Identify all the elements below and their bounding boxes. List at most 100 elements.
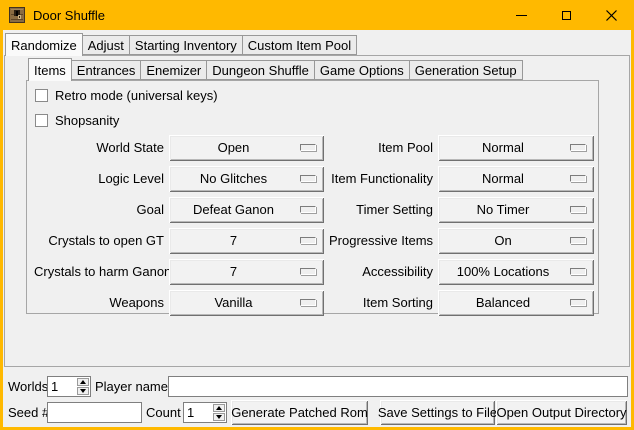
sub-tab-bar: Items Entrances Enemizer Dungeon Shuffle… xyxy=(28,58,522,80)
item-functionality-value: Normal xyxy=(482,171,524,186)
timer-setting-value: No Timer xyxy=(477,202,530,217)
tab-randomize[interactable]: Randomize xyxy=(5,33,83,56)
world-state-dropdown[interactable]: Open xyxy=(169,135,324,161)
spin-up-icon[interactable] xyxy=(213,404,225,412)
crystals-open-gt-value: 7 xyxy=(230,233,237,248)
shopsanity-checkbox[interactable] xyxy=(35,114,48,127)
item-pool-dropdown[interactable]: Normal xyxy=(438,135,594,161)
tab-generation-setup[interactable]: Generation Setup xyxy=(409,60,523,80)
weapons-dropdown[interactable]: Vanilla xyxy=(169,290,324,316)
world-state-label: World State xyxy=(34,140,164,155)
retro-mode-label: Retro mode (universal keys) xyxy=(55,88,218,103)
minimize-icon xyxy=(516,15,527,16)
logic-level-value: No Glitches xyxy=(200,171,267,186)
window-controls xyxy=(499,0,634,30)
item-sorting-dropdown[interactable]: Balanced xyxy=(438,290,594,316)
minimize-button[interactable] xyxy=(499,0,544,30)
accessibility-value: 100% Locations xyxy=(457,264,550,279)
accessibility-dropdown[interactable]: 100% Locations xyxy=(438,259,594,285)
tab-custom-item-pool[interactable]: Custom Item Pool xyxy=(242,35,357,55)
window-title: Door Shuffle xyxy=(33,8,105,23)
goal-label: Goal xyxy=(34,202,164,217)
world-state-value: Open xyxy=(218,140,250,155)
tab-items[interactable]: Items xyxy=(28,58,72,81)
door-icon xyxy=(9,7,25,23)
count-value[interactable]: 1 xyxy=(184,403,212,422)
crystals-harm-ganon-value: 7 xyxy=(230,264,237,279)
options-grid: World State Open Item Pool Normal Logic … xyxy=(27,132,598,318)
option-row: World State Open Item Pool Normal xyxy=(27,132,598,163)
progressive-items-value: On xyxy=(494,233,511,248)
option-row: Crystals to open GT 7 Progressive Items … xyxy=(27,225,598,256)
spin-down-icon[interactable] xyxy=(213,413,225,421)
item-functionality-label: Item Functionality xyxy=(329,171,433,186)
tab-adjust[interactable]: Adjust xyxy=(82,35,130,55)
tab-starting-inventory[interactable]: Starting Inventory xyxy=(129,35,243,55)
dropdown-indicator-icon xyxy=(300,144,316,151)
items-panel: Retro mode (universal keys) Shopsanity W… xyxy=(26,80,599,314)
weapons-value: Vanilla xyxy=(214,295,252,310)
main-tab-bar: Randomize Adjust Starting Inventory Cust… xyxy=(5,33,356,55)
randomize-panel: Items Entrances Enemizer Dungeon Shuffle… xyxy=(4,55,630,367)
dropdown-indicator-icon xyxy=(300,268,316,275)
accessibility-label: Accessibility xyxy=(329,264,433,279)
count-spinner[interactable]: 1 xyxy=(183,402,227,423)
count-spinner-arrows xyxy=(212,403,226,422)
dropdown-indicator-icon xyxy=(300,175,316,182)
maximize-icon xyxy=(562,11,571,20)
open-output-directory-button[interactable]: Open Output Directory xyxy=(496,400,627,425)
dropdown-indicator-icon xyxy=(570,237,586,244)
goal-dropdown[interactable]: Defeat Ganon xyxy=(169,197,324,223)
goal-value: Defeat Ganon xyxy=(193,202,274,217)
crystals-open-gt-dropdown[interactable]: 7 xyxy=(169,228,324,254)
spin-down-icon[interactable] xyxy=(77,387,89,395)
timer-setting-dropdown[interactable]: No Timer xyxy=(438,197,594,223)
retro-mode-checkbox[interactable] xyxy=(35,89,48,102)
option-row: Goal Defeat Ganon Timer Setting No Timer xyxy=(27,194,598,225)
seed-label: Seed # xyxy=(8,402,49,423)
option-row: Weapons Vanilla Item Sorting Balanced xyxy=(27,287,598,318)
dropdown-indicator-icon xyxy=(300,237,316,244)
save-settings-button[interactable]: Save Settings to File xyxy=(380,400,495,425)
tab-dungeon-shuffle[interactable]: Dungeon Shuffle xyxy=(206,60,315,80)
tab-enemizer[interactable]: Enemizer xyxy=(140,60,207,80)
option-row: Crystals to harm Ganon 7 Accessibility 1… xyxy=(27,256,598,287)
window-content: Randomize Adjust Starting Inventory Cust… xyxy=(3,30,631,427)
progressive-items-dropdown[interactable]: On xyxy=(438,228,594,254)
crystals-harm-ganon-dropdown[interactable]: 7 xyxy=(169,259,324,285)
close-icon xyxy=(606,10,617,21)
spin-up-icon[interactable] xyxy=(77,378,89,386)
worlds-spinner[interactable]: 1 xyxy=(47,376,91,397)
dropdown-indicator-icon xyxy=(570,299,586,306)
worlds-label: Worlds xyxy=(8,376,48,397)
dropdown-indicator-icon xyxy=(300,206,316,213)
shopsanity-row: Shopsanity xyxy=(35,112,119,129)
player-names-input[interactable] xyxy=(168,376,628,397)
worlds-value[interactable]: 1 xyxy=(48,377,76,396)
seed-input[interactable] xyxy=(47,402,142,423)
item-pool-label: Item Pool xyxy=(329,140,433,155)
shopsanity-label: Shopsanity xyxy=(55,113,119,128)
option-row: Logic Level No Glitches Item Functionali… xyxy=(27,163,598,194)
item-sorting-value: Balanced xyxy=(476,295,530,310)
tab-game-options[interactable]: Game Options xyxy=(314,60,410,80)
titlebar[interactable]: Door Shuffle xyxy=(0,0,634,30)
retro-mode-row: Retro mode (universal keys) xyxy=(35,87,218,104)
logic-level-dropdown[interactable]: No Glitches xyxy=(169,166,324,192)
dropdown-indicator-icon xyxy=(570,144,586,151)
crystals-harm-ganon-label: Crystals to harm Ganon xyxy=(34,264,164,279)
timer-setting-label: Timer Setting xyxy=(329,202,433,217)
dropdown-indicator-icon xyxy=(570,175,586,182)
bottom-bar: Worlds 1 Player names Seed # Count 1 xyxy=(3,367,631,427)
item-functionality-dropdown[interactable]: Normal xyxy=(438,166,594,192)
item-sorting-label: Item Sorting xyxy=(329,295,433,310)
count-label: Count xyxy=(146,402,181,423)
weapons-label: Weapons xyxy=(34,295,164,310)
dropdown-indicator-icon xyxy=(570,268,586,275)
maximize-button[interactable] xyxy=(544,0,589,30)
tab-entrances[interactable]: Entrances xyxy=(71,60,142,80)
dropdown-indicator-icon xyxy=(300,299,316,306)
close-button[interactable] xyxy=(589,0,634,30)
generate-patched-rom-button[interactable]: Generate Patched Rom xyxy=(231,400,368,425)
app-window: Door Shuffle Randomize Adjust Starting I… xyxy=(0,0,634,430)
